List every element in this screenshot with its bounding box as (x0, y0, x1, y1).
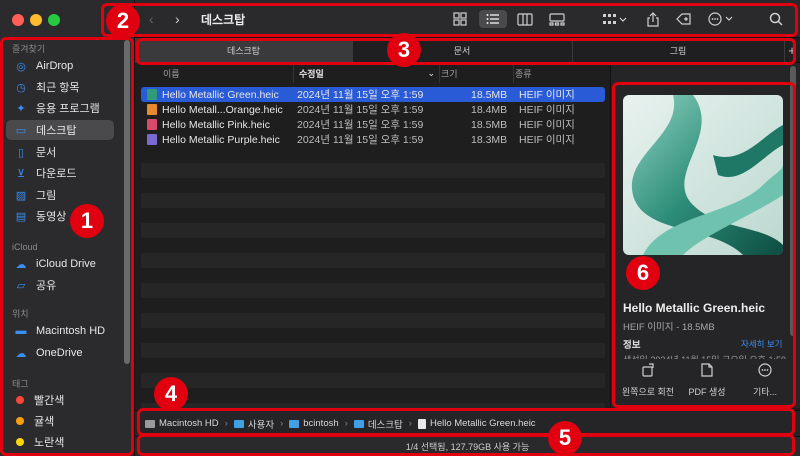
file-row[interactable]: Hello Metallic Green.heic 2024년 11월 15일 오… (141, 87, 605, 102)
annotation-number: 2 (106, 4, 140, 38)
column-label: 이름 (163, 68, 180, 79)
empty-row-stripe (141, 163, 605, 178)
file-kind: HEIF 이미지 (519, 119, 575, 131)
column-header-date[interactable]: 수정일 ⌄ (299, 63, 440, 83)
file-name-cell: Hello Metallic Pink.heic (147, 119, 270, 131)
file-name-cell: Hello Metallic Purple.heic (147, 134, 280, 146)
image-file-icon (147, 104, 157, 116)
file-kind: HEIF 이미지 (519, 89, 575, 101)
annotation-number: 5 (548, 421, 582, 455)
file-date: 2024년 11월 15일 오후 1:59 (297, 89, 424, 101)
file-name: Hello Metallic Pink.heic (162, 118, 270, 131)
file-size: 18.5MB (471, 88, 508, 101)
image-file-icon (147, 134, 157, 146)
annotation-box-statusbar (137, 434, 795, 456)
file-date: 2024년 11월 15일 오후 1:59 (297, 104, 424, 116)
annotation-box-sidebar (0, 37, 134, 456)
annotation-number: 6 (626, 256, 660, 290)
file-name: Hello Metall...Orange.heic (162, 103, 283, 116)
column-header-name[interactable]: 이름 (163, 63, 294, 83)
empty-row-stripe (141, 253, 605, 268)
image-file-icon (147, 89, 157, 101)
file-row[interactable]: Hello Metallic Pink.heic 2024년 11월 15일 오후… (141, 117, 605, 132)
empty-row-stripe (141, 313, 605, 328)
annotation-box-tabs (136, 38, 796, 65)
file-size: 18.5MB (471, 118, 508, 131)
sort-chevron-icon: ⌄ (427, 67, 435, 78)
file-date: 2024년 11월 15일 오후 1:59 (297, 134, 424, 146)
image-file-icon (147, 119, 157, 131)
file-row[interactable]: Hello Metall...Orange.heic 2024년 11월 15일 … (141, 102, 605, 117)
annotation-number: 3 (387, 33, 421, 67)
annotation-box-toolbar (101, 3, 798, 37)
file-size: 18.4MB (471, 103, 508, 116)
annotation-number: 4 (154, 377, 188, 411)
empty-row-stripe (141, 373, 605, 388)
file-row[interactable]: Hello Metallic Purple.heic 2024년 11월 15일 … (141, 132, 605, 147)
empty-row-stripe (141, 283, 605, 298)
file-name-cell: Hello Metallic Green.heic (147, 89, 279, 101)
annotation-number: 1 (70, 204, 104, 238)
column-header-size[interactable]: 크기 (441, 63, 514, 83)
file-kind: HEIF 이미지 (519, 104, 575, 116)
file-name: Hello Metallic Green.heic (162, 88, 279, 101)
column-header-kind[interactable]: 종류 (515, 63, 605, 83)
zoom-window-button[interactable] (48, 14, 60, 26)
file-name: Hello Metallic Purple.heic (162, 133, 280, 146)
file-name-cell: Hello Metall...Orange.heic (147, 104, 283, 116)
minimize-window-button[interactable] (30, 14, 42, 26)
column-label: 종류 (515, 68, 532, 79)
annotation-box-pathbar (137, 408, 795, 436)
column-label: 수정일 (299, 68, 324, 79)
empty-row-stripe (141, 193, 605, 208)
file-size: 18.3MB (471, 133, 508, 146)
column-label: 크기 (441, 68, 458, 79)
empty-row-stripe (141, 223, 605, 238)
close-window-button[interactable] (12, 14, 24, 26)
file-kind: HEIF 이미지 (519, 134, 575, 146)
annotation-box-preview (612, 82, 796, 408)
empty-row-stripe (141, 343, 605, 358)
file-list: 이름 수정일 ⌄ 크기 종류 Hello Metallic Green.heic 2… (135, 63, 610, 418)
file-date: 2024년 11월 15일 오후 1:59 (297, 119, 424, 131)
